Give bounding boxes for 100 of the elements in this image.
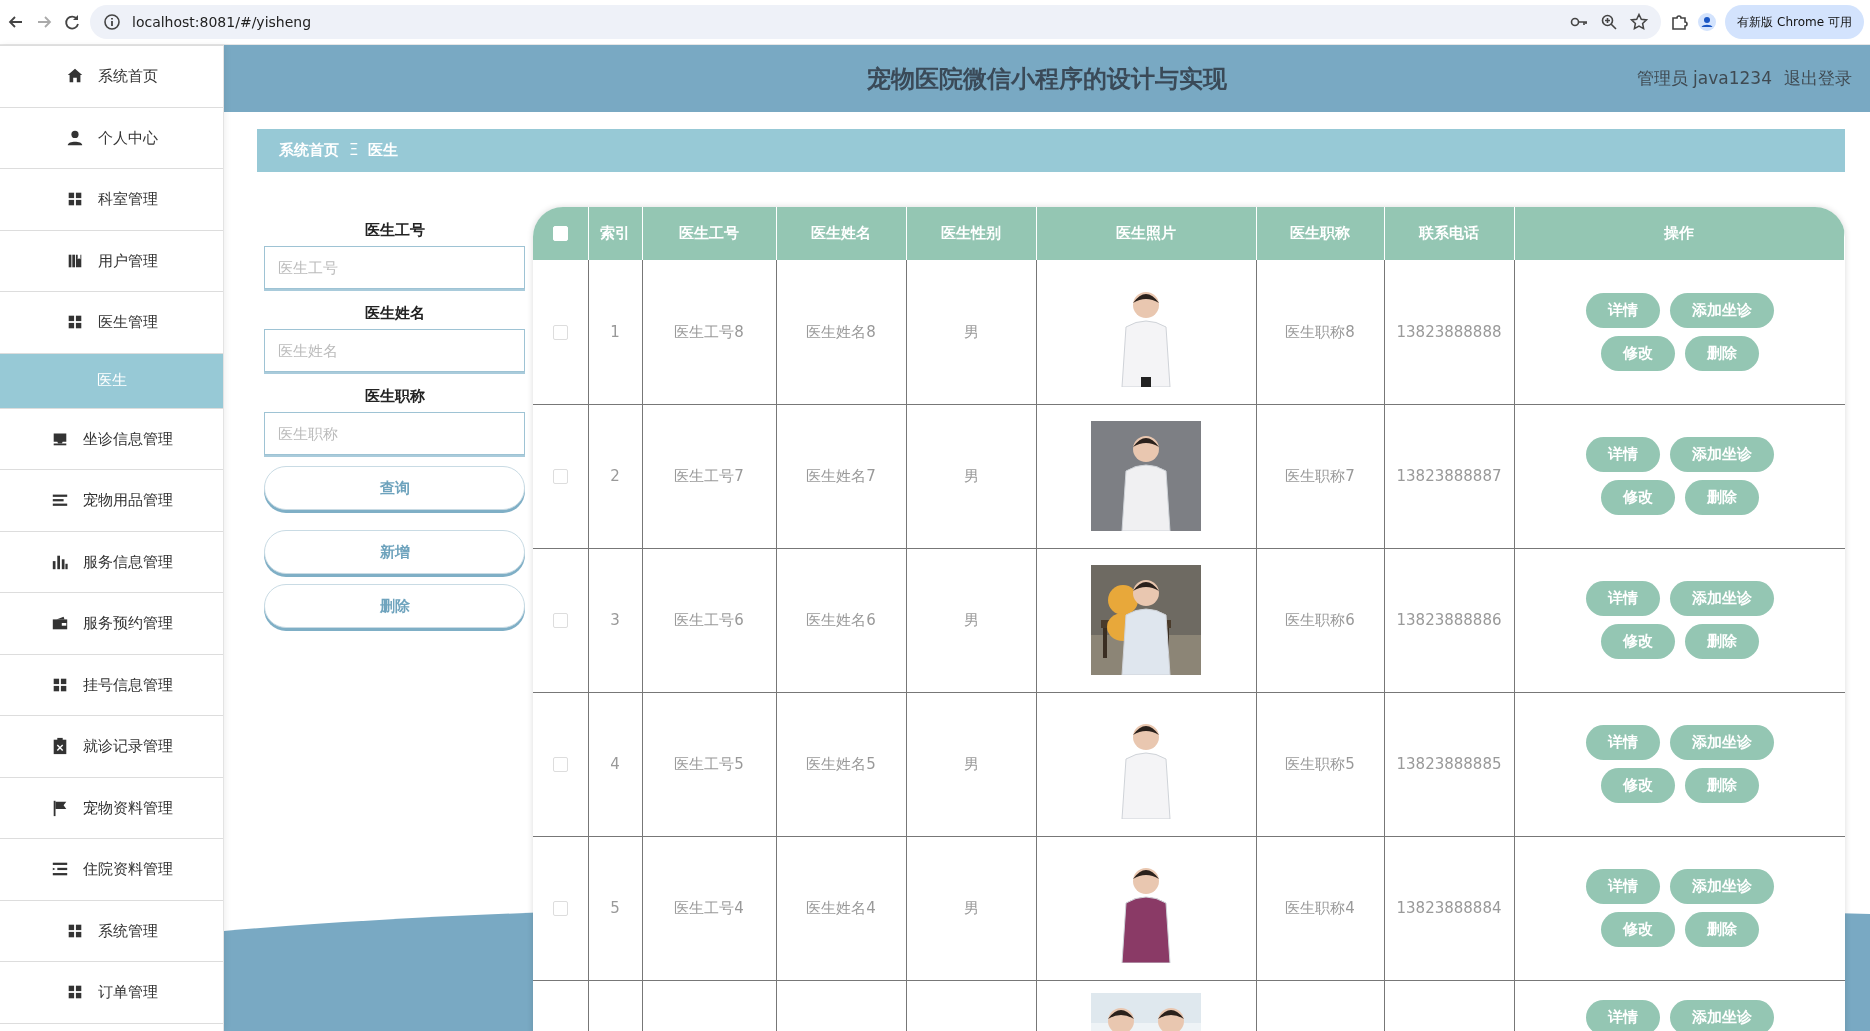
details-button[interactable]: 详情 bbox=[1585, 725, 1660, 760]
table-cell: 3 bbox=[610, 610, 620, 629]
table-cell: 4 bbox=[610, 754, 620, 773]
delete-button[interactable]: 删除 bbox=[1684, 912, 1759, 947]
add-consultation-button[interactable]: 添加坐诊 bbox=[1669, 292, 1774, 328]
sidebar-item[interactable]: 个人中心 bbox=[0, 107, 223, 169]
breadcrumb-separator: Ξ bbox=[349, 140, 359, 162]
delete-button[interactable]: 删除 bbox=[264, 584, 525, 628]
field-label: 医生姓名 bbox=[363, 303, 426, 324]
logout-link[interactable]: 退出登录 bbox=[1784, 65, 1852, 92]
table-cell: 13823888885 bbox=[1396, 754, 1502, 773]
table-cell: 医生姓名5 bbox=[806, 754, 876, 773]
add-consultation-button[interactable]: 添加坐诊 bbox=[1669, 437, 1774, 472]
sidebar-item[interactable]: 系统首页 bbox=[0, 46, 223, 108]
sidebar-item[interactable]: 服务信息管理 bbox=[0, 531, 223, 593]
user-label: 管理员 java1234 bbox=[1636, 66, 1772, 90]
sidebar-item[interactable]: 系统管理 bbox=[0, 900, 223, 962]
table-cell: 13823888886 bbox=[1396, 610, 1502, 629]
input-field[interactable]: 医生职称 bbox=[264, 412, 525, 455]
table-cell: 医生姓名8 bbox=[806, 322, 876, 341]
row-checkbox[interactable] bbox=[552, 612, 568, 628]
sidebar-item[interactable]: 坐诊信息管理 bbox=[0, 408, 223, 470]
delete-button[interactable]: 删除 bbox=[1684, 480, 1759, 515]
breadcrumb-item: 医生 bbox=[368, 140, 399, 162]
star-icon[interactable] bbox=[1629, 12, 1650, 32]
table-cell: 1 bbox=[610, 322, 620, 341]
table-cell: 5 bbox=[610, 898, 620, 917]
column-header: 医生性别 bbox=[941, 224, 1001, 243]
edit-button[interactable]: 修改 bbox=[1600, 624, 1675, 659]
table-cell: 医生职称7 bbox=[1285, 466, 1355, 485]
field-label: 医生工号 bbox=[363, 220, 426, 241]
page-title: 宠物医院微信小程序的设计与实现 bbox=[867, 63, 1227, 95]
add-button[interactable]: 新增 bbox=[264, 530, 525, 574]
column-header: 医生工号 bbox=[679, 224, 739, 243]
table-cell: 男 bbox=[963, 610, 979, 629]
table-cell: 男 bbox=[963, 466, 979, 485]
sidebar-item[interactable]: 医生管理 bbox=[0, 292, 223, 354]
table-cell: 男 bbox=[963, 322, 979, 341]
field-label: 医生职称 bbox=[363, 386, 426, 407]
sidebar-item[interactable]: 科室管理 bbox=[0, 169, 223, 231]
table-cell: 13823888887 bbox=[1396, 466, 1502, 485]
sidebar-item[interactable]: 宠物用品管理 bbox=[0, 470, 223, 532]
column-header: 操作 bbox=[1664, 224, 1695, 243]
info-icon bbox=[102, 12, 122, 32]
table-cell: 男 bbox=[963, 898, 979, 917]
table-cell: 医生职称8 bbox=[1285, 322, 1355, 341]
table-cell: 医生工号6 bbox=[674, 610, 744, 629]
puzzle-icon[interactable] bbox=[1669, 12, 1690, 32]
table-cell: 医生姓名6 bbox=[806, 610, 876, 629]
profile-icon[interactable] bbox=[1697, 12, 1718, 32]
edit-button[interactable]: 修改 bbox=[1600, 335, 1675, 371]
sidebar-item[interactable]: 服务预约管理 bbox=[0, 593, 223, 655]
breadcrumb-item[interactable]: 系统首页 bbox=[279, 139, 339, 162]
table-cell: 13823888884 bbox=[1396, 898, 1502, 917]
table-cell: 医生姓名7 bbox=[806, 466, 876, 485]
url-text: localhost:8081/#/yisheng bbox=[132, 12, 313, 32]
sidebar-item[interactable]: 用户管理 bbox=[0, 230, 223, 292]
sidebar-item[interactable]: 宠物资料管理 bbox=[0, 777, 223, 839]
row-checkbox[interactable] bbox=[552, 900, 568, 916]
table-cell: 医生工号4 bbox=[674, 898, 744, 917]
address-bar[interactable]: localhost:8081/#/yisheng bbox=[90, 5, 1662, 39]
delete-button[interactable]: 删除 bbox=[1684, 768, 1759, 803]
edit-button[interactable]: 修改 bbox=[1600, 912, 1675, 947]
delete-button[interactable]: 删除 bbox=[1684, 624, 1759, 659]
column-header: 医生职称 bbox=[1290, 224, 1350, 243]
sidebar-item[interactable]: 就诊记录管理 bbox=[0, 716, 223, 778]
column-header: 索引 bbox=[600, 224, 630, 243]
input-field[interactable]: 医生工号 bbox=[264, 246, 525, 289]
details-button[interactable]: 详情 bbox=[1585, 999, 1660, 1031]
row-checkbox[interactable] bbox=[552, 324, 568, 340]
table-cell: 医生工号7 bbox=[674, 466, 744, 485]
details-button[interactable]: 详情 bbox=[1585, 292, 1660, 328]
edit-button[interactable]: 修改 bbox=[1600, 480, 1675, 515]
details-button[interactable]: 详情 bbox=[1585, 869, 1660, 904]
column-header: 联系电话 bbox=[1419, 224, 1479, 243]
sidebar-item[interactable]: 订单管理 bbox=[0, 962, 223, 1024]
sidebar-item[interactable]: 挂号信息管理 bbox=[0, 654, 223, 716]
sidebar-item[interactable]: 住院资料管理 bbox=[0, 839, 223, 901]
add-consultation-button[interactable]: 添加坐诊 bbox=[1669, 725, 1774, 760]
delete-button[interactable]: 删除 bbox=[1684, 335, 1759, 371]
user-icon bbox=[65, 128, 84, 147]
table-cell: 医生职称5 bbox=[1285, 754, 1355, 773]
update-button[interactable]: 有新版 Chrome 可用 bbox=[1725, 5, 1864, 39]
search-button[interactable]: 查询 bbox=[264, 466, 525, 510]
table-cell: 2 bbox=[610, 466, 620, 485]
edit-button[interactable]: 修改 bbox=[1600, 768, 1675, 803]
add-consultation-button[interactable]: 添加坐诊 bbox=[1669, 869, 1774, 904]
row-checkbox[interactable] bbox=[552, 468, 568, 484]
details-button[interactable]: 详情 bbox=[1585, 581, 1660, 616]
input-field[interactable]: 医生姓名 bbox=[264, 329, 525, 372]
add-consultation-button[interactable]: 添加坐诊 bbox=[1669, 581, 1774, 616]
details-button[interactable]: 详情 bbox=[1585, 437, 1660, 472]
table-cell: 男 bbox=[963, 754, 979, 773]
row-checkbox[interactable] bbox=[552, 756, 568, 772]
table-cell: 医生职称4 bbox=[1285, 898, 1355, 917]
sidebar-item[interactable]: 医生 bbox=[0, 353, 223, 409]
column-header: 医生姓名 bbox=[811, 224, 871, 243]
add-consultation-button[interactable]: 添加坐诊 bbox=[1669, 999, 1774, 1031]
table-cell: 医生职称6 bbox=[1285, 610, 1355, 629]
select-all-checkbox[interactable] bbox=[552, 226, 568, 242]
